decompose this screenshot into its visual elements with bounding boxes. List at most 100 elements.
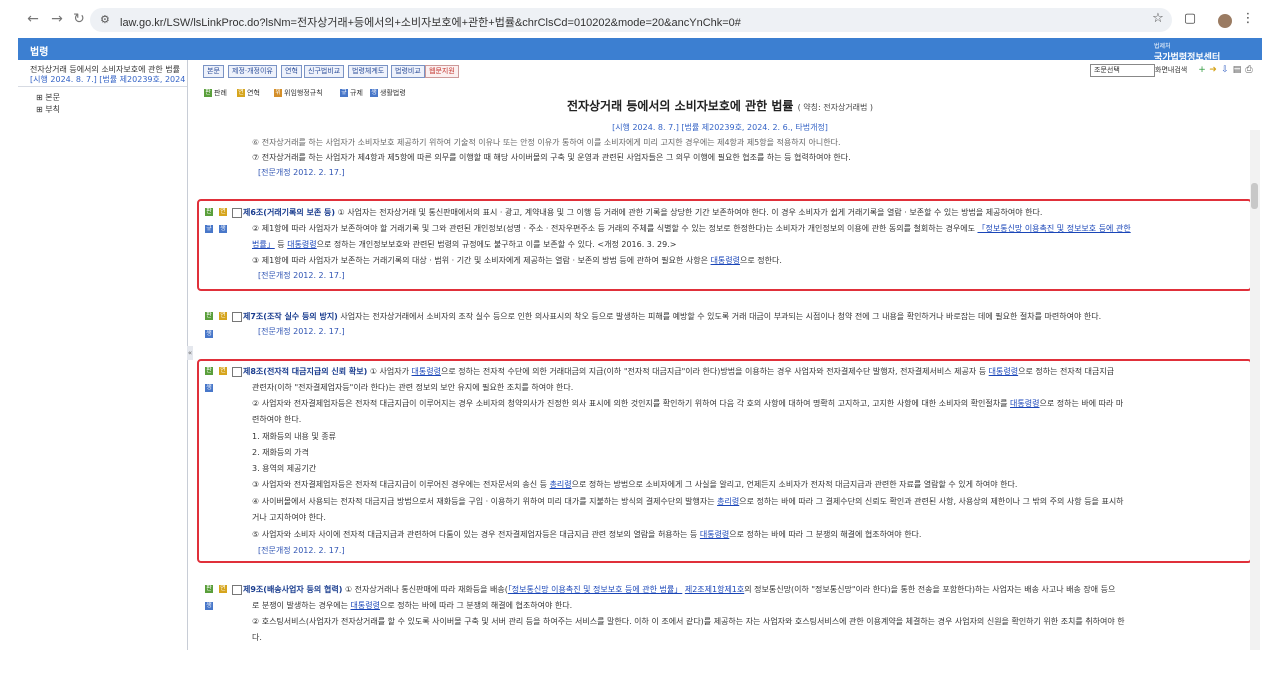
ordinance-link[interactable]: 총리령 xyxy=(550,480,572,489)
history-icon[interactable]: 연 xyxy=(219,312,227,320)
amendment-note[interactable]: [전문개정 2012. 2. 17.] xyxy=(258,326,345,337)
article-8: 제8조(전자적 대금지급의 신뢰 확보) ① 사업자가 대통령령으로 정하는 전… xyxy=(243,366,1114,377)
paragraph: 다. xyxy=(252,633,262,642)
article-link[interactable]: 제2조제1항제1호 xyxy=(685,585,744,594)
precedent-icon[interactable]: 판 xyxy=(205,208,213,216)
text: ① 전자상거래나 통신판매에 따라 재화등을 배송( xyxy=(342,585,508,594)
back-arrow-icon[interactable]: ← xyxy=(24,10,42,28)
plus-icon[interactable]: + xyxy=(1197,65,1207,75)
law-link[interactable]: 「정보통신망 이용촉진 및 정보보호 등에 관한 법률」 xyxy=(508,585,682,594)
tab-revision-reason[interactable]: 제정·개정이유 xyxy=(228,65,277,78)
collapse-pane-handle[interactable]: « xyxy=(187,346,193,360)
tree-law-date: [시행 2024. 8. 7.] [법률 제20239호, 2024. 2, 6… xyxy=(30,75,185,84)
print-icon[interactable]: ⎙ xyxy=(1244,65,1254,75)
amendment-note[interactable]: [전문개정 2012. 2. 17.] xyxy=(258,545,345,556)
tree-item-label: 본문 xyxy=(45,93,60,102)
amendment-note[interactable]: [전문개정 2012. 2. 17.] xyxy=(258,167,345,178)
text: 으로 정하는 전자적 대금지급 xyxy=(1018,367,1115,376)
decree-link[interactable]: 대통령령 xyxy=(287,240,316,249)
article-checkbox[interactable] xyxy=(232,312,242,322)
text: ③ 사업자와 전자결제업자등은 전자적 대금지급이 이루어진 경우에는 전자문서… xyxy=(252,480,550,489)
tree-item-main[interactable]: ⊞ 본문 xyxy=(36,92,60,103)
text: 으로 정하는 방법으로 소비자에게 그 사실을 알리고, 언제든지 소비자가 전… xyxy=(571,480,1018,489)
tree-item-addenda[interactable]: ⊞ 부칙 xyxy=(36,104,60,115)
paragraph: 사업자는 전자상거래에서 소비자의 조작 실수 등으로 인한 의사표시의 착오 … xyxy=(337,312,1102,321)
scrollbar-thumb[interactable] xyxy=(1251,183,1258,209)
text: 의 정보통신망(이하 "정보통신망"이라 한다)을 통한 전송을 포함한다)하는… xyxy=(744,585,1116,594)
text: ② 사업자와 전자결제업자등은 전자적 대금지급이 이루어지는 경우 소비자의 … xyxy=(252,399,1011,408)
text: 으로 정하는 전자적 수단에 의한 거래대금의 지급(이하 "전자적 대금지급"… xyxy=(440,367,989,376)
decree-link[interactable]: 대통령령 xyxy=(989,367,1018,376)
arrow-icon[interactable]: ➜ xyxy=(1208,65,1218,75)
site-info-icon[interactable]: ⚙ xyxy=(100,13,110,26)
save-icon[interactable]: ▤ xyxy=(1232,65,1242,75)
profile-avatar[interactable] xyxy=(1218,14,1232,28)
history-icon[interactable]: 연 xyxy=(219,585,227,593)
paragraph: ⑥ 전자상거래를 하는 사업자가 소비자보호 제공하기 위하여 기술적 이유나 … xyxy=(252,138,841,147)
download-icon[interactable]: ⇩ xyxy=(1220,65,1230,75)
menu-dots-icon[interactable]: ⋮ xyxy=(1240,12,1256,26)
history-icon[interactable]: 연 xyxy=(219,367,227,375)
bookmark-star-icon[interactable]: ☆ xyxy=(1150,12,1166,26)
regulation-icon[interactable]: 규 xyxy=(205,225,213,233)
decree-link[interactable]: 대통령령 xyxy=(711,256,740,265)
text: 로 분쟁이 발생하는 경우에는 xyxy=(252,601,351,610)
delegated-rules-icon: 위 xyxy=(274,89,282,97)
precedent-icon[interactable]: 판 xyxy=(205,367,213,375)
text: 으로 정하는 바에 따라 그 분쟁의 해결에 협조하여야 한다. xyxy=(379,601,573,610)
ordinance-link[interactable]: 총리령 xyxy=(717,497,739,506)
tab-law-structure[interactable]: 법령체계도 xyxy=(348,65,389,78)
legend-label: 위임행정규칙 xyxy=(284,89,323,97)
paragraph: 로 분쟁이 발생하는 경우에는 대통령령으로 정하는 바에 따라 그 분쟁의 해… xyxy=(252,600,572,611)
life-law-icon[interactable]: 생 xyxy=(219,225,227,233)
extensions-icon[interactable]: ▢ xyxy=(1182,12,1198,26)
article-select[interactable]: 조문선택 xyxy=(1090,64,1155,77)
text: 으로 정하는 바에 따라 그 결제수단의 신뢰도 확인과 관련된 사항, 사용상… xyxy=(739,497,1124,506)
precedent-icon[interactable]: 판 xyxy=(205,312,213,320)
precedent-icon[interactable]: 판 xyxy=(205,585,213,593)
divider xyxy=(18,86,187,87)
paragraph: ② 호스팅서비스(사업자가 전자상거래를 할 수 있도록 사이버몰 구축 및 서… xyxy=(252,617,1125,626)
law-link[interactable]: 법률」 xyxy=(252,240,275,249)
article-heading: 제7조(조작 실수 등의 방지) xyxy=(243,312,338,321)
history-icon[interactable]: 연 xyxy=(219,208,227,216)
logo-subtitle: 법제처 xyxy=(1154,43,1171,50)
page-bottom xyxy=(0,650,1280,678)
history-icon: 연 xyxy=(237,89,245,97)
decree-link[interactable]: 대통령령 xyxy=(412,367,441,376)
legend-label: 규제 xyxy=(350,89,363,97)
site-header xyxy=(18,38,1262,60)
life-law-icon: 생 xyxy=(370,89,378,97)
tab-law-compare[interactable]: 법령비교 xyxy=(391,65,425,78)
article-checkbox[interactable] xyxy=(232,367,242,377)
life-law-icon[interactable]: 생 xyxy=(205,384,213,392)
page-title: 전자상거래 등에서의 소비자보호에 관한 법률 ( 약칭: 전자상거래법 ) xyxy=(200,97,1240,114)
life-law-icon[interactable]: 생 xyxy=(205,602,213,610)
tab-main-text[interactable]: 본문 xyxy=(203,65,224,78)
url-text[interactable]: law.go.kr/LSW/lsLinkProc.do?lsNm=전자상거래+등… xyxy=(120,14,741,30)
tab-compare-old-new[interactable]: 신구법비교 xyxy=(304,65,345,78)
article-heading: 제9조(배송사업자 등의 협력) xyxy=(243,585,343,594)
article-heading: 제6조(거래기록의 보존 등) xyxy=(243,208,336,217)
law-link[interactable]: 「정보통신망 이용촉진 및 정보보호 등에 관한 xyxy=(977,224,1130,233)
paragraph: 법률」 등 대통령령으로 정하는 개인정보보호와 관련된 법령의 규정에도 불구… xyxy=(252,239,676,250)
article-checkbox[interactable] xyxy=(232,585,242,595)
tab-history[interactable]: 연혁 xyxy=(281,65,302,78)
reload-icon[interactable]: ↻ xyxy=(70,10,88,28)
in-page-search-link[interactable]: 화면내검색 xyxy=(1155,65,1187,75)
article-checkbox[interactable] xyxy=(232,208,242,218)
paragraph: ③ 제1항에 따라 사업자가 보존하는 거래기록의 대상 · 범위 · 기간 및… xyxy=(252,255,782,266)
tab-support[interactable]: 웹문지원 xyxy=(425,65,459,78)
regulation-icon: 규 xyxy=(340,89,348,97)
decree-link[interactable]: 대통령령 xyxy=(1010,399,1039,408)
site-logo[interactable]: 법제처 국가법령정보센터 xyxy=(1154,41,1220,63)
text: 등 xyxy=(274,240,288,249)
article-6: 제6조(거래기록의 보존 등) ① 사업자는 전자상거래 및 통신판매에서의 표… xyxy=(243,207,1042,218)
decree-link[interactable]: 대통령령 xyxy=(351,601,380,610)
life-law-icon[interactable]: 생 xyxy=(205,330,213,338)
forward-arrow-icon[interactable]: → xyxy=(48,10,66,28)
text: 으로 정하는 개인정보보호와 관련된 법령의 규정에도 불구하고 이를 보존할 … xyxy=(316,240,677,249)
paragraph: ③ 사업자와 전자결제업자등은 전자적 대금지급이 이루어진 경우에는 전자문서… xyxy=(252,479,1017,490)
decree-link[interactable]: 대통령령 xyxy=(700,530,729,539)
amendment-note[interactable]: [전문개정 2012. 2. 17.] xyxy=(258,270,345,281)
